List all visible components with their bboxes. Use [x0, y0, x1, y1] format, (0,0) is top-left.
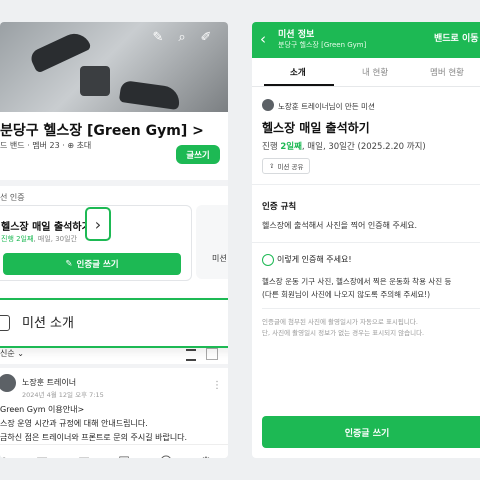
mission-card-next[interactable]: 미션 — [196, 205, 228, 279]
sort-dropdown[interactable]: 신순 ⌄ — [0, 348, 24, 359]
page-title: 미션 정보 — [278, 30, 315, 40]
avatar — [262, 99, 274, 111]
smile-icon — [262, 254, 274, 266]
mission-info-screen: ‹ 미션 정보 분당구 헬스장 [Green Gym] 밴드로 이동 소개 내 … — [252, 22, 480, 458]
band-title[interactable]: 분당구 헬스장 [Green Gym] > — [0, 120, 204, 140]
tab-intro[interactable]: 소개 — [290, 66, 306, 78]
go-to-band-button[interactable]: 밴드로 이동 — [434, 31, 479, 44]
post-author[interactable]: 노장훈 트레이너 — [22, 377, 76, 388]
certify-post-label: 인증글 쓰기 — [344, 428, 390, 439]
certify-post-button[interactable]: ✎ 인증글 쓰기 — [3, 253, 181, 275]
leg-graphic — [80, 66, 110, 96]
more-options-icon[interactable]: ⋮ — [212, 380, 222, 391]
section-divider — [0, 180, 228, 186]
list-view-icon[interactable] — [186, 349, 196, 361]
mission-title: 헬스장 매일 출석하기 — [262, 121, 370, 135]
active-tab-indicator — [264, 84, 334, 86]
band-home-screen: ✎ ⌕ ✐ 분당구 헬스장 [Green Gym] > 드 밴드 · 멤버 23… — [0, 22, 228, 458]
certify-post-button[interactable]: 인증글 쓰기 — [262, 416, 480, 448]
chat-icon[interactable]: ◌ — [0, 455, 12, 458]
calendar-icon[interactable]: ▦ — [76, 455, 92, 458]
post-line: Green Gym 이용안내> — [0, 405, 85, 414]
back-arrow-icon[interactable]: ‹ — [260, 29, 266, 49]
mission-card[interactable]: 헬스장 매일 출석하기 진행 2일째, 매일, 30일간 › ✎ 인증글 쓰기 — [0, 205, 192, 281]
edit-cover-icon[interactable]: ✎ — [150, 30, 166, 46]
certify-post-label: 인증글 쓰기 — [76, 260, 119, 270]
mission-icon[interactable]: ☑ — [116, 455, 132, 458]
mission-progress: 진행 2일째, 매일, 30일간 (2025.2.20 까지) — [262, 142, 426, 152]
mission-intro-callout[interactable]: 미션 소개 — [0, 298, 228, 348]
how-text-line: (다른 회원님이 사진에 나오지 않도록 주의해 주세요!) — [262, 290, 431, 299]
mission-creator: 노장훈 트레이너님이 만든 미션 — [278, 102, 375, 111]
mission-card-next-label: 미션 — [212, 254, 227, 263]
members-icon[interactable]: ☺ — [158, 455, 174, 458]
mission-progress: 진행 2일째, 매일, 30일간 — [1, 235, 78, 243]
photo-icon[interactable]: ▣ — [34, 455, 50, 458]
share-label: 미션 공유 — [277, 163, 304, 171]
rule-text: 헬스장에 출석해서 사진을 찍어 인증해 주세요. — [262, 221, 418, 230]
how-text-line: 헬스장 운동 기구 사진, 헬스장에서 찍은 운동화 착용 사진 등 — [262, 277, 452, 286]
band-meta: 드 밴드 · 멤버 23 · ⊕ 초대 — [0, 141, 92, 150]
divider — [252, 242, 480, 243]
chevron-right-icon[interactable]: › — [85, 207, 111, 241]
how-heading: 이렇게 인증해 주세요! — [277, 255, 352, 264]
band-cover-photo: ✎ ⌕ ✐ — [0, 22, 228, 112]
header-bar: ‹ 미션 정보 분당구 헬스장 [Green Gym] 밴드로 이동 — [252, 22, 480, 58]
settings-icon[interactable]: ⚙ — [198, 455, 214, 458]
avatar[interactable] — [0, 374, 16, 392]
post-line: 스장 운영 시간과 규정에 대해 안내드립니다. — [0, 419, 148, 428]
post-line: 금하신 점은 트레이너와 프론트로 문의 주시길 바랍니다. — [0, 433, 188, 442]
tab-member-status[interactable]: 멤버 현황 — [430, 66, 464, 78]
divider — [262, 308, 480, 309]
note-line: 인증글에 첨부된 사진에 촬영일시가 자동으로 표시됩니다. — [262, 318, 418, 326]
grid-view-icon[interactable] — [206, 348, 218, 360]
callout-label: 미션 소개 — [22, 316, 74, 331]
mission-title: 헬스장 매일 출석하기 — [1, 222, 91, 233]
divider — [252, 184, 480, 185]
note-line: 단, 사진에 촬영일시 정보가 없는 경우는 표시되지 않습니다. — [262, 329, 425, 337]
mission-section-label: 선 인증 — [0, 193, 25, 202]
bottom-navigation: ◌ ▣ ▦ ☑ ☺ ⚙ — [0, 444, 228, 458]
page-subtitle: 분당구 헬스장 [Green Gym] — [278, 41, 367, 49]
tab-bar: 소개 내 현황 멤버 현황 — [252, 58, 480, 87]
share-icon: ⇪ — [269, 162, 275, 170]
edit-icon: ✎ — [65, 259, 73, 269]
settings-icon[interactable]: ✐ — [198, 30, 214, 46]
write-post-button[interactable]: 글쓰기 — [176, 145, 220, 164]
shoe-graphic — [118, 79, 182, 111]
search-icon[interactable]: ⌕ — [174, 30, 190, 46]
document-icon — [0, 315, 10, 331]
share-mission-button[interactable]: ⇪ 미션 공유 — [262, 158, 311, 174]
tab-my-status[interactable]: 내 현황 — [362, 66, 388, 78]
rule-heading: 인증 규칙 — [262, 202, 297, 212]
post-date: 2024년 4월 12일 오후 7:15 — [22, 391, 104, 399]
section-divider — [0, 364, 228, 368]
